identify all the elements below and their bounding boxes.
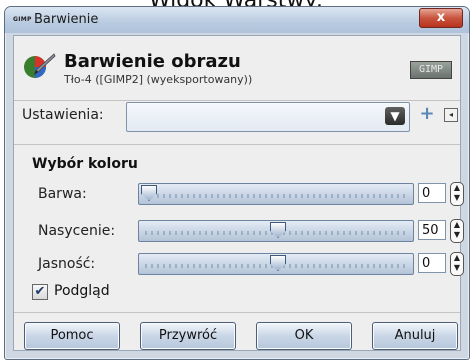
cancel-button[interactable]: Anuluj <box>372 322 458 350</box>
saturation-value-field[interactable]: 50 <box>418 220 446 240</box>
preview-label: Podgląd <box>54 283 110 299</box>
window-title: Barwienie <box>34 12 99 27</box>
app-badge-icon: GIMP <box>13 16 32 23</box>
hue-spin-button[interactable]: ▲ ▼ <box>450 182 464 206</box>
reset-button[interactable]: Przywróć <box>140 322 236 350</box>
plus-icon[interactable]: + <box>419 105 435 123</box>
dialog-subtitle: Tło-4 ([GIMP2] (wyeksportowany)) <box>64 73 253 86</box>
buttons-divider <box>14 312 460 313</box>
settings-combo[interactable]: ▼ <box>126 102 410 132</box>
chevron-down-icon[interactable]: ▼ <box>385 107 405 125</box>
dialog-window: GIMP Barwienie x Barwienie obrazu Tło-4 … <box>4 6 470 360</box>
hue-value-field[interactable]: 0 <box>418 183 446 203</box>
slider-track <box>145 194 407 198</box>
collapse-panel-icon[interactable]: ◂ <box>444 108 458 122</box>
close-button[interactable]: x <box>419 8 463 28</box>
dialog-header: Barwienie obrazu Tło-4 ([GIMP2] (wyekspo… <box>14 36 460 100</box>
preview-checkbox[interactable]: ✔ <box>32 284 48 300</box>
saturation-spin-button[interactable]: ▲ ▼ <box>450 219 464 243</box>
saturation-slider-handle[interactable] <box>270 222 286 238</box>
hue-slider-handle[interactable] <box>141 185 157 201</box>
settings-label: Ustawienia: <box>22 107 104 123</box>
lightness-spin-button[interactable]: ▲ ▼ <box>450 252 464 276</box>
dialog-body: Barwienie obrazu Tło-4 ([GIMP2] (wyekspo… <box>13 35 464 351</box>
image-thumbnail: GIMP <box>410 61 452 79</box>
ok-button[interactable]: OK <box>256 322 352 350</box>
hue-label: Barwa: <box>38 186 87 202</box>
settings-divider <box>14 144 460 145</box>
hue-slider[interactable] <box>138 183 414 205</box>
saturation-slider[interactable] <box>138 220 414 242</box>
lightness-slider[interactable] <box>138 253 414 275</box>
saturation-label: Nasycenie: <box>38 223 116 239</box>
lightness-value-field[interactable]: 0 <box>418 253 446 273</box>
lightness-label: Jasność: <box>38 256 96 272</box>
title-bar[interactable]: GIMP Barwienie x <box>5 7 469 33</box>
help-button[interactable]: Pomoc <box>24 322 120 350</box>
section-title: Wybór koloru <box>32 156 138 172</box>
colorize-icon <box>24 53 56 78</box>
header-divider <box>14 100 460 101</box>
dialog-title: Barwienie obrazu <box>64 51 241 72</box>
lightness-slider-handle[interactable] <box>270 255 286 271</box>
